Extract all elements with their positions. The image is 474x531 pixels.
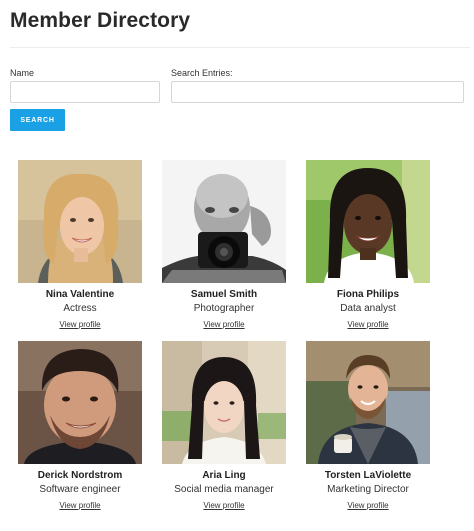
member-name: Derick Nordstrom <box>37 470 123 481</box>
view-profile-link[interactable]: View profile <box>203 320 244 329</box>
view-profile-link[interactable]: View profile <box>347 501 388 510</box>
member-name: Aria Ling <box>202 470 246 481</box>
member-photo-torsten[interactable] <box>306 341 430 464</box>
page-title: Member Directory <box>10 9 191 32</box>
member-name: Nina Valentine <box>45 289 115 300</box>
member-card: Samuel Smith Photographer View profile <box>162 160 286 332</box>
member-role: Software engineer <box>39 484 121 495</box>
view-profile-link[interactable]: View profile <box>347 320 388 329</box>
member-photo-samuel[interactable] <box>162 160 286 283</box>
member-card: Fiona Philips Data analyst View profile <box>306 160 430 332</box>
member-photo-nina[interactable] <box>18 160 142 283</box>
view-profile-link[interactable]: View profile <box>203 501 244 510</box>
name-label: Name <box>10 68 35 78</box>
member-card: Nina Valentine Actress View profile <box>18 160 142 332</box>
member-role: Actress <box>63 303 97 314</box>
member-role: Social media manager <box>174 484 274 495</box>
search-button[interactable]: SEARCH <box>10 109 65 131</box>
view-profile-link[interactable]: View profile <box>59 320 100 329</box>
member-card: Aria Ling Social media manager View prof… <box>162 341 286 513</box>
member-name: Torsten LaViolette <box>324 470 412 481</box>
name-input[interactable] <box>10 81 160 103</box>
member-card: Torsten LaViolette Marketing Director Vi… <box>306 341 430 513</box>
view-profile-link[interactable]: View profile <box>59 501 100 510</box>
search-entries-label: Search Entries: <box>171 68 233 78</box>
member-role: Data analyst <box>340 303 396 314</box>
title-divider <box>10 47 470 48</box>
member-photo-fiona[interactable] <box>306 160 430 283</box>
member-name: Samuel Smith <box>190 289 258 300</box>
member-role: Photographer <box>193 303 255 314</box>
search-entries-input[interactable] <box>171 81 464 103</box>
member-role: Marketing Director <box>327 484 409 495</box>
member-photo-aria[interactable] <box>162 341 286 464</box>
member-card: Derick Nordstrom Software engineer View … <box>18 341 142 513</box>
member-photo-derick[interactable] <box>18 341 142 464</box>
member-name: Fiona Philips <box>336 289 400 300</box>
